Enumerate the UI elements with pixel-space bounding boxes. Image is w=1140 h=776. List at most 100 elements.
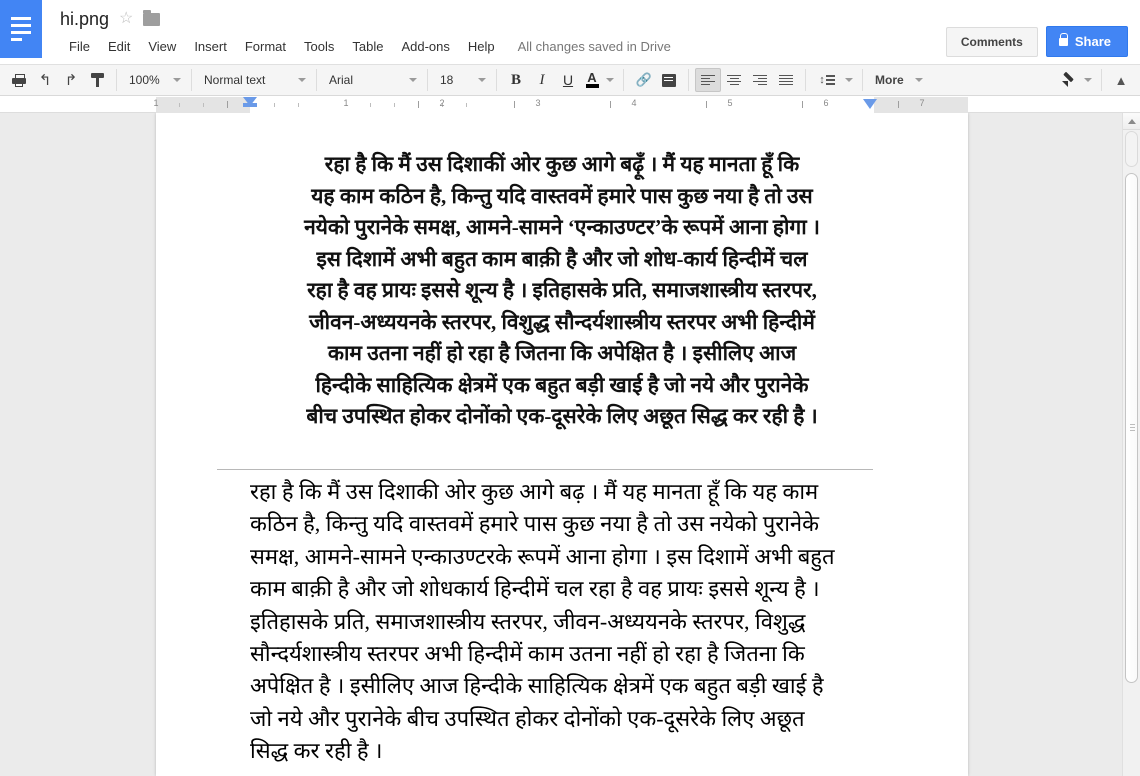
scanned-line: नयेको पुरानेके समक्ष, आमने-सामने ‘एन्काउ… <box>176 212 948 244</box>
font-size-value: 18 <box>440 73 453 87</box>
ruler-number: 5 <box>727 98 732 108</box>
toolbar-group-fontsize: 18 <box>428 64 496 96</box>
chevron-down-icon <box>409 78 417 82</box>
line-spacing-button[interactable]: ↕ <box>812 68 842 92</box>
zoom-select[interactable]: 100% <box>123 68 185 92</box>
italic-button[interactable]: I <box>529 68 555 92</box>
menu-item-insert[interactable]: Insert <box>185 36 236 57</box>
typed-line: काम बाक़ी है और जो शोधकार्य हिन्दीमें चल… <box>250 573 875 605</box>
print-button[interactable] <box>6 68 32 92</box>
share-button-label: Share <box>1075 34 1111 49</box>
bold-icon: B <box>511 72 521 89</box>
vertical-scrollbar[interactable] <box>1122 113 1140 776</box>
ruler-number: 4 <box>631 98 636 108</box>
underline-button[interactable]: U <box>555 68 581 92</box>
document-canvas[interactable]: रहा है कि मैं उस दिशाकीं ओर कुछ आगे बढ़ू… <box>0 113 1122 776</box>
scanned-line: काम उतना नहीं हो रहा है जितना कि अपेक्षि… <box>176 338 948 370</box>
font-size-select[interactable]: 18 <box>434 68 490 92</box>
menu-item-addons[interactable]: Add-ons <box>392 36 458 57</box>
toolbar-group-font: Arial <box>317 64 427 96</box>
scroll-track-top[interactable] <box>1125 131 1138 167</box>
scanned-line: रहा है वह प्रायः इससे शून्य है । इतिहासक… <box>176 275 948 307</box>
more-button-label: More <box>875 73 904 87</box>
menu-item-file[interactable]: File <box>60 36 99 57</box>
scroll-thumb-grip <box>1130 424 1135 432</box>
chevron-down-icon <box>606 78 614 82</box>
toolbar-group-collapse: ▲ <box>1102 64 1140 96</box>
scanned-line: हिन्दीके साहित्यिक क्षेत्रमें एक बहुत बड… <box>176 370 948 402</box>
typed-line: रहा है कि मैं उस दिशाकी ओर कुछ आगे बढ़ ।… <box>250 476 875 508</box>
scroll-thumb[interactable] <box>1125 173 1138 683</box>
print-icon <box>12 74 26 87</box>
menu-bar: File Edit View Insert Format Tools Table… <box>60 36 671 57</box>
ruler-number: 2 <box>439 98 444 108</box>
redo-icon: ↱ <box>65 73 78 88</box>
text-color-letter: A <box>585 71 600 84</box>
chevron-down-icon <box>478 78 486 82</box>
scanned-text-block[interactable]: रहा है कि मैं उस दिशाकीं ओर कुछ आगे बढ़ू… <box>156 149 968 433</box>
page-title[interactable]: hi.png <box>60 8 109 30</box>
chevron-double-up-icon: ▲ <box>1115 74 1128 87</box>
paragraph-style-value: Normal text <box>204 73 265 87</box>
menu-item-help[interactable]: Help <box>459 36 504 57</box>
toolbar-group-align <box>689 64 805 96</box>
right-indent-marker[interactable] <box>863 99 877 109</box>
paint-format-icon <box>91 73 104 87</box>
menu-item-tools[interactable]: Tools <box>295 36 343 57</box>
align-center-button[interactable] <box>721 68 747 92</box>
menu-item-format[interactable]: Format <box>236 36 295 57</box>
share-button[interactable]: Share <box>1046 26 1128 57</box>
comments-button[interactable]: Comments <box>946 27 1038 57</box>
add-comment-icon <box>662 74 676 87</box>
menu-item-table[interactable]: Table <box>343 36 392 57</box>
google-docs-window: hi.png ☆ File Edit View Insert Format To… <box>0 0 1140 776</box>
app-header: hi.png ☆ File Edit View Insert Format To… <box>0 0 1140 64</box>
ruler[interactable]: 1 1 2 3 4 5 6 7 <box>0 97 1140 113</box>
align-justify-icon <box>779 75 793 86</box>
chevron-down-icon <box>298 78 306 82</box>
ruler-track[interactable]: 1 1 2 3 4 5 6 7 <box>156 97 968 113</box>
link-icon: 🔗 <box>636 72 650 88</box>
menu-item-edit[interactable]: Edit <box>99 36 139 57</box>
line-spacing-dropdown[interactable] <box>842 68 856 92</box>
toolbar-group-mode <box>1049 64 1101 96</box>
toolbar-group-more: More <box>863 64 933 96</box>
scroll-up-arrow-icon[interactable] <box>1123 113 1140 130</box>
align-justify-button[interactable] <box>773 68 799 92</box>
align-right-button[interactable] <box>747 68 773 92</box>
star-icon[interactable]: ☆ <box>119 10 133 28</box>
pencil-icon <box>1061 73 1076 88</box>
toolbar-group-zoom: 100% <box>117 64 191 96</box>
typed-text-block[interactable]: रहा है कि मैं उस दिशाकी ओर कुछ आगे बढ़ ।… <box>250 476 875 768</box>
document-page[interactable]: रहा है कि मैं उस दिशाकीं ओर कुछ आगे बढ़ू… <box>156 113 968 776</box>
collapse-toolbar-button[interactable]: ▲ <box>1108 68 1134 92</box>
add-comment-button[interactable] <box>656 68 682 92</box>
text-color-dropdown[interactable] <box>603 68 617 92</box>
typed-line: अपेक्षित है । इसीलिए आज हिन्दीके साहित्य… <box>250 670 875 702</box>
docs-logo-icon[interactable] <box>0 0 42 58</box>
align-center-icon <box>727 75 741 86</box>
paint-format-button[interactable] <box>84 68 110 92</box>
ruler-number: 1 <box>153 98 158 108</box>
text-color-icon: A <box>585 71 600 89</box>
font-family-select[interactable]: Arial <box>323 68 421 92</box>
align-left-button[interactable] <box>695 68 721 92</box>
toolbar-group-insert: 🔗 <box>624 64 688 96</box>
menu-item-view[interactable]: View <box>139 36 185 57</box>
more-button[interactable]: More <box>869 68 927 92</box>
folder-icon[interactable] <box>143 13 160 26</box>
insert-link-button[interactable]: 🔗 <box>630 68 656 92</box>
paragraph-style-select[interactable]: Normal text <box>198 68 310 92</box>
formatting-toolbar: ↰ ↱ 100% Normal text Ar <box>0 64 1140 96</box>
chevron-down-icon <box>915 78 923 82</box>
text-color-button[interactable]: A <box>581 68 603 92</box>
ruler-number: 3 <box>535 98 540 108</box>
undo-button[interactable]: ↰ <box>32 68 58 92</box>
edit-mode-dropdown[interactable] <box>1081 68 1095 92</box>
redo-button[interactable]: ↱ <box>58 68 84 92</box>
left-indent-marker[interactable] <box>243 97 257 106</box>
chevron-down-icon <box>173 78 181 82</box>
scanned-line: यह काम कठिन है, किन्तु यदि वास्तवमें हमा… <box>176 181 948 213</box>
edit-mode-button[interactable] <box>1055 68 1081 92</box>
bold-button[interactable]: B <box>503 68 529 92</box>
